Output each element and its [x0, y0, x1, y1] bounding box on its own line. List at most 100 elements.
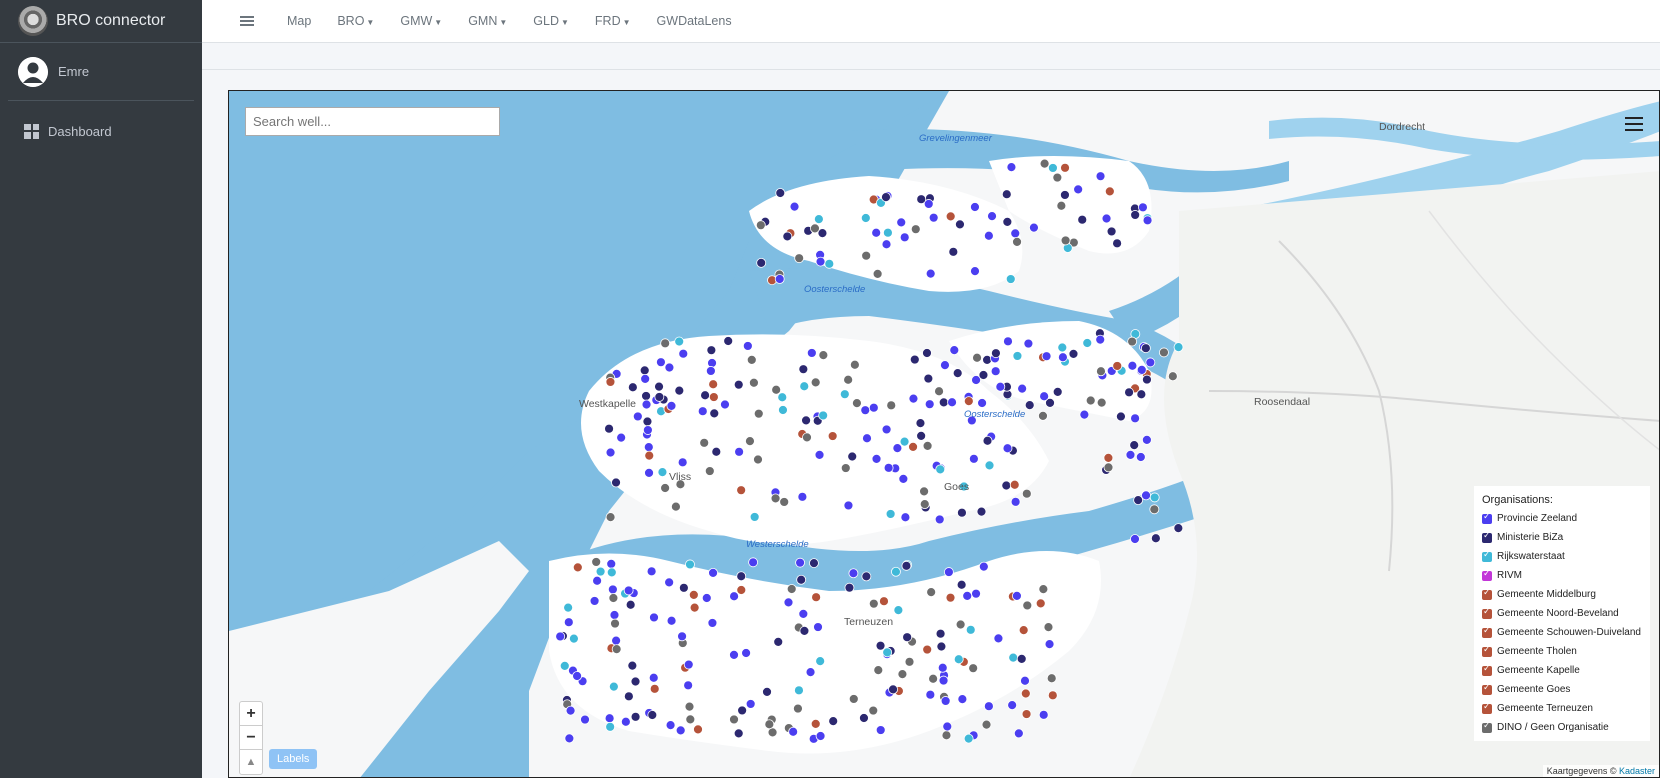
well-marker[interactable]	[708, 567, 718, 578]
search-well-input[interactable]	[245, 107, 500, 136]
well-marker[interactable]	[589, 596, 600, 606]
well-marker[interactable]	[1056, 200, 1067, 211]
hamburger-menu-icon[interactable]	[240, 14, 254, 28]
well-marker[interactable]	[900, 512, 911, 523]
well-marker[interactable]	[611, 477, 621, 488]
well-marker[interactable]	[940, 696, 951, 706]
map-menu-icon[interactable]	[1625, 113, 1643, 135]
well-marker[interactable]	[605, 447, 616, 458]
well-marker[interactable]	[1047, 690, 1058, 701]
legend-checkbox[interactable]	[1482, 568, 1492, 581]
well-marker[interactable]	[1038, 410, 1048, 421]
well-marker[interactable]	[1106, 226, 1117, 237]
well-marker[interactable]	[873, 665, 884, 676]
well-marker[interactable]	[642, 416, 653, 427]
well-marker[interactable]	[630, 711, 641, 722]
well-marker[interactable]	[1103, 452, 1114, 463]
well-marker[interactable]	[1048, 163, 1058, 173]
legend-checkbox[interactable]	[1482, 663, 1492, 676]
well-marker[interactable]	[664, 577, 675, 588]
well-marker[interactable]	[993, 633, 1004, 644]
legend-item[interactable]: Gemeente Noord-Beveland	[1482, 604, 1642, 623]
well-marker[interactable]	[978, 370, 989, 380]
well-marker[interactable]	[925, 689, 936, 700]
well-marker[interactable]	[1124, 387, 1134, 398]
well-marker[interactable]	[1052, 172, 1063, 183]
well-marker[interactable]	[957, 507, 967, 518]
well-marker[interactable]	[723, 336, 734, 346]
well-marker[interactable]	[910, 224, 921, 235]
well-marker[interactable]	[660, 483, 671, 493]
well-marker[interactable]	[1029, 222, 1039, 233]
well-marker[interactable]	[909, 354, 920, 365]
well-marker[interactable]	[1001, 189, 1012, 200]
well-marker[interactable]	[1173, 342, 1184, 352]
well-marker[interactable]	[1012, 351, 1023, 361]
well-marker[interactable]	[1149, 504, 1160, 515]
well-marker[interactable]	[928, 212, 939, 223]
well-marker[interactable]	[611, 635, 622, 646]
well-marker[interactable]	[610, 618, 620, 629]
well-marker[interactable]	[683, 680, 694, 691]
well-marker[interactable]	[1002, 216, 1013, 227]
well-marker[interactable]	[1082, 338, 1093, 348]
well-marker[interactable]	[945, 211, 956, 222]
well-marker[interactable]	[902, 632, 913, 643]
well-marker[interactable]	[805, 667, 816, 678]
well-marker[interactable]	[1021, 709, 1032, 719]
well-marker[interactable]	[796, 574, 807, 585]
legend-checkbox[interactable]	[1482, 606, 1492, 619]
well-marker[interactable]	[798, 608, 809, 619]
well-marker[interactable]	[1104, 186, 1115, 197]
well-marker[interactable]	[1039, 391, 1050, 402]
legend-checkbox[interactable]	[1482, 720, 1492, 733]
well-marker[interactable]	[956, 579, 967, 590]
well-marker[interactable]	[916, 431, 927, 441]
well-marker[interactable]	[882, 647, 893, 658]
nav-gld-dropdown[interactable]: GLD ▼	[533, 14, 569, 28]
well-marker[interactable]	[1130, 413, 1140, 424]
well-marker[interactable]	[654, 381, 664, 392]
well-marker[interactable]	[811, 592, 822, 603]
nav-gmn-dropdown[interactable]: GMN ▼	[468, 14, 507, 28]
well-marker[interactable]	[1101, 213, 1112, 224]
well-marker[interactable]	[942, 721, 953, 732]
well-marker[interactable]	[1020, 675, 1030, 686]
well-marker[interactable]	[810, 718, 821, 729]
well-marker[interactable]	[777, 392, 788, 403]
well-marker[interactable]	[1145, 357, 1156, 368]
well-marker[interactable]	[642, 425, 653, 435]
well-marker[interactable]	[1141, 490, 1151, 501]
well-marker[interactable]	[934, 514, 945, 525]
well-marker[interactable]	[813, 622, 823, 632]
well-marker[interactable]	[799, 626, 810, 636]
well-marker[interactable]	[605, 512, 616, 523]
well-marker[interactable]	[919, 486, 929, 497]
well-marker[interactable]	[684, 701, 695, 712]
well-marker[interactable]	[1073, 184, 1084, 195]
well-marker[interactable]	[563, 602, 574, 613]
well-marker[interactable]	[995, 381, 1006, 392]
well-marker[interactable]	[1130, 534, 1140, 544]
well-marker[interactable]	[1023, 338, 1034, 349]
well-marker[interactable]	[1001, 480, 1012, 491]
well-marker[interactable]	[871, 453, 882, 464]
well-marker[interactable]	[609, 610, 620, 620]
well-marker[interactable]	[693, 724, 703, 735]
well-marker[interactable]	[968, 453, 979, 464]
map-canvas[interactable]	[229, 91, 1660, 778]
well-marker[interactable]	[881, 192, 891, 202]
well-marker[interactable]	[736, 571, 747, 582]
well-marker[interactable]	[868, 705, 879, 716]
well-marker[interactable]	[675, 725, 686, 736]
legend-checkbox[interactable]	[1482, 682, 1492, 695]
well-marker[interactable]	[1003, 336, 1013, 347]
well-marker[interactable]	[1024, 400, 1035, 411]
well-marker[interactable]	[700, 390, 710, 401]
well-marker[interactable]	[852, 398, 862, 409]
well-marker[interactable]	[605, 377, 616, 387]
well-marker[interactable]	[963, 733, 974, 744]
well-marker[interactable]	[1112, 361, 1123, 371]
well-marker[interactable]	[1173, 523, 1184, 534]
well-marker[interactable]	[987, 211, 997, 222]
